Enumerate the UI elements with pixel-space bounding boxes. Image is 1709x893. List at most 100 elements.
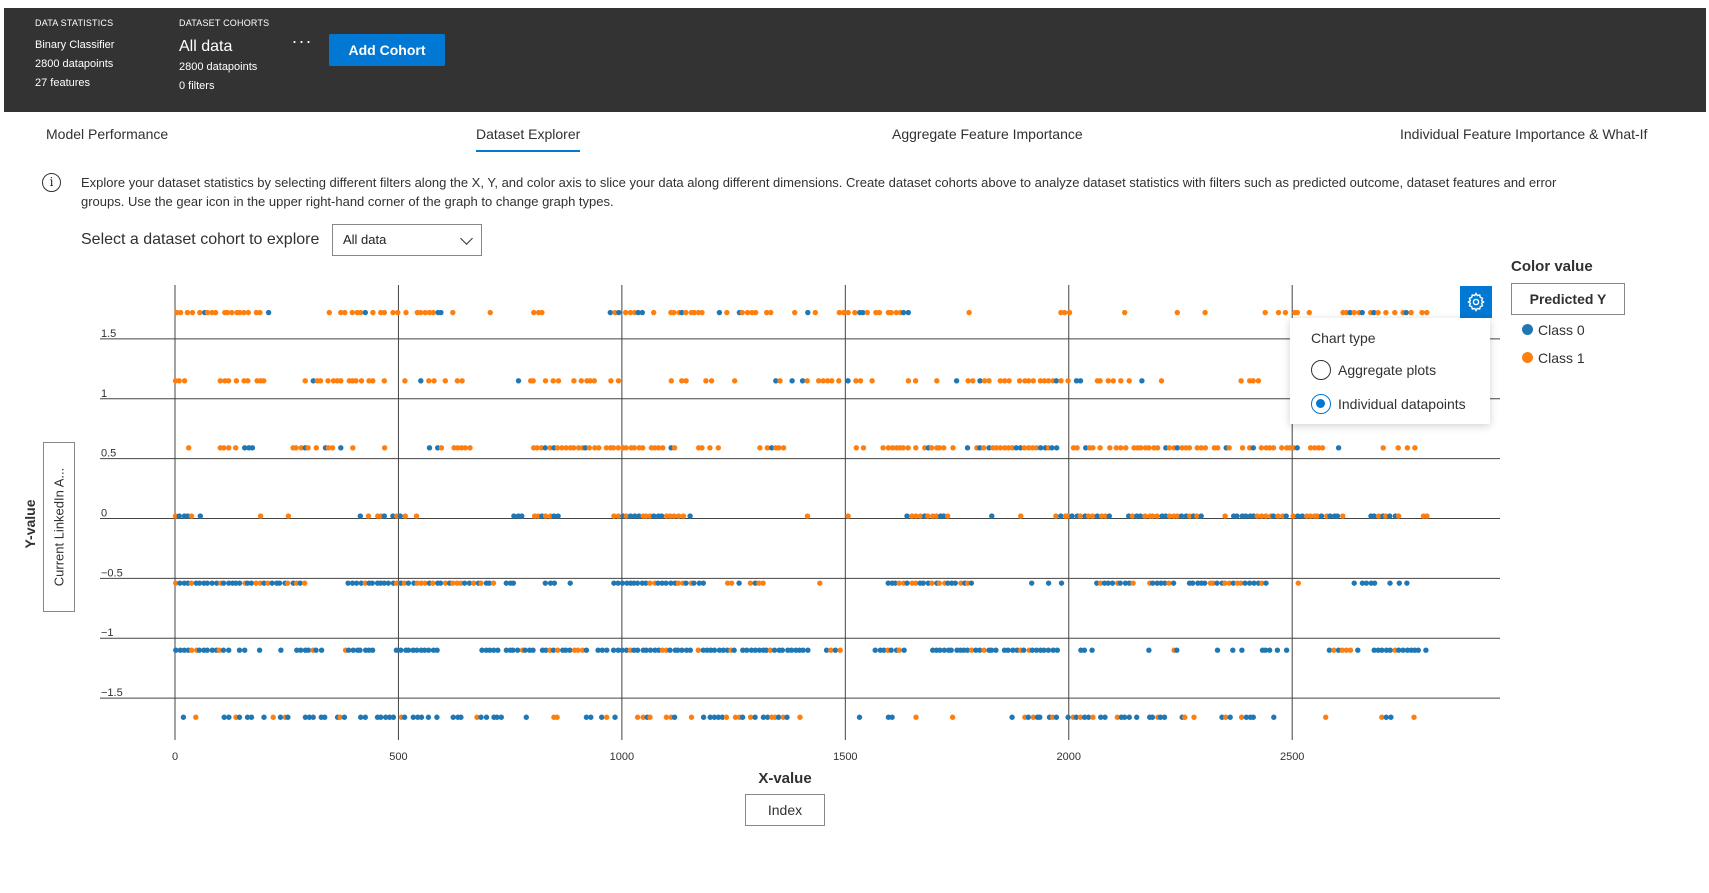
radio-circle[interactable] — [1311, 360, 1331, 380]
data-point — [349, 309, 355, 316]
data-point — [462, 445, 468, 451]
data-point — [1058, 580, 1065, 586]
data-point — [1045, 580, 1052, 586]
data-point — [905, 309, 911, 316]
data-point — [675, 580, 682, 586]
data-point — [353, 378, 359, 384]
data-point — [660, 445, 666, 451]
data-point — [1170, 580, 1177, 586]
data-point — [342, 309, 348, 316]
data-point — [265, 309, 272, 316]
radio-circle-checked[interactable] — [1311, 394, 1331, 414]
data-point — [586, 445, 592, 451]
chart-settings-button[interactable] — [1460, 286, 1492, 318]
data-point — [225, 378, 232, 384]
data-point — [510, 580, 517, 586]
data-point — [1186, 445, 1193, 451]
data-point — [1371, 513, 1377, 519]
data-point — [554, 714, 560, 720]
data-point — [313, 647, 319, 653]
data-point — [1054, 647, 1061, 653]
data-point — [663, 580, 669, 586]
data-point — [390, 309, 396, 316]
data-point — [792, 309, 798, 316]
data-point — [357, 309, 364, 316]
data-point — [876, 309, 883, 316]
data-point — [571, 445, 577, 451]
data-point — [1383, 309, 1389, 316]
data-point — [338, 378, 344, 384]
data-point — [1077, 378, 1084, 384]
data-point — [1118, 378, 1124, 384]
data-point — [1005, 647, 1011, 653]
data-point — [188, 513, 195, 519]
data-point — [724, 309, 730, 316]
data-point — [757, 445, 763, 451]
data-point — [196, 647, 202, 653]
data-point — [904, 513, 910, 519]
data-point — [249, 445, 256, 451]
data-point — [1137, 513, 1144, 519]
data-point — [1227, 714, 1233, 720]
data-point — [888, 309, 894, 316]
data-point — [326, 309, 332, 316]
data-point — [329, 445, 336, 451]
data-point — [369, 647, 376, 653]
data-point — [204, 309, 211, 316]
data-point — [1334, 513, 1341, 519]
data-point — [530, 378, 536, 384]
data-point — [1371, 580, 1378, 586]
data-point — [358, 378, 365, 384]
data-point — [220, 647, 227, 653]
data-point — [459, 378, 465, 384]
data-point — [1134, 714, 1140, 720]
data-point — [1089, 513, 1096, 519]
data-point — [856, 714, 863, 720]
data-point — [378, 714, 384, 720]
data-point — [853, 445, 859, 451]
data-point — [519, 513, 525, 519]
data-point — [1126, 378, 1132, 384]
data-point — [1006, 378, 1012, 384]
data-point — [583, 647, 590, 653]
y-tick-label: 1 — [101, 388, 107, 400]
y-axis-feature-button[interactable]: Current LinkedIn A... — [43, 442, 75, 612]
color-feature-button[interactable]: Predicted Y — [1511, 283, 1625, 315]
data-point — [913, 714, 919, 720]
data-point — [1074, 445, 1080, 451]
data-point — [1411, 714, 1417, 720]
data-point — [270, 714, 276, 720]
data-point — [1214, 647, 1221, 653]
data-point — [1388, 714, 1394, 720]
data-point — [817, 580, 823, 586]
data-point — [221, 445, 227, 451]
data-point — [298, 647, 304, 653]
x-axis-feature-button[interactable]: Index — [745, 794, 825, 826]
data-point — [993, 647, 999, 653]
data-point — [1158, 378, 1165, 384]
data-point — [229, 309, 235, 316]
data-point — [578, 378, 584, 384]
data-point — [542, 445, 548, 451]
data-point — [1412, 445, 1418, 451]
data-point — [302, 580, 308, 586]
data-point — [784, 714, 790, 720]
data-point — [949, 714, 956, 720]
scatter-plot: 0 500 1000 1500 2000 2500 1.5 1 0.5 0 −0.5 −1 −1.5 — [100, 285, 1500, 763]
data-point — [1117, 580, 1123, 586]
data-point — [1258, 445, 1265, 451]
data-point — [1146, 647, 1152, 653]
data-point — [236, 647, 243, 653]
data-point — [1107, 445, 1113, 451]
data-point — [647, 714, 653, 720]
data-point — [1202, 445, 1209, 451]
data-point — [837, 647, 843, 653]
data-point — [604, 714, 610, 720]
data-point — [896, 647, 902, 653]
data-point — [832, 647, 839, 653]
data-point — [369, 580, 375, 586]
data-point — [236, 580, 243, 586]
data-point — [639, 309, 645, 316]
data-point — [531, 309, 537, 316]
y-tick-label: −1 — [101, 627, 114, 639]
